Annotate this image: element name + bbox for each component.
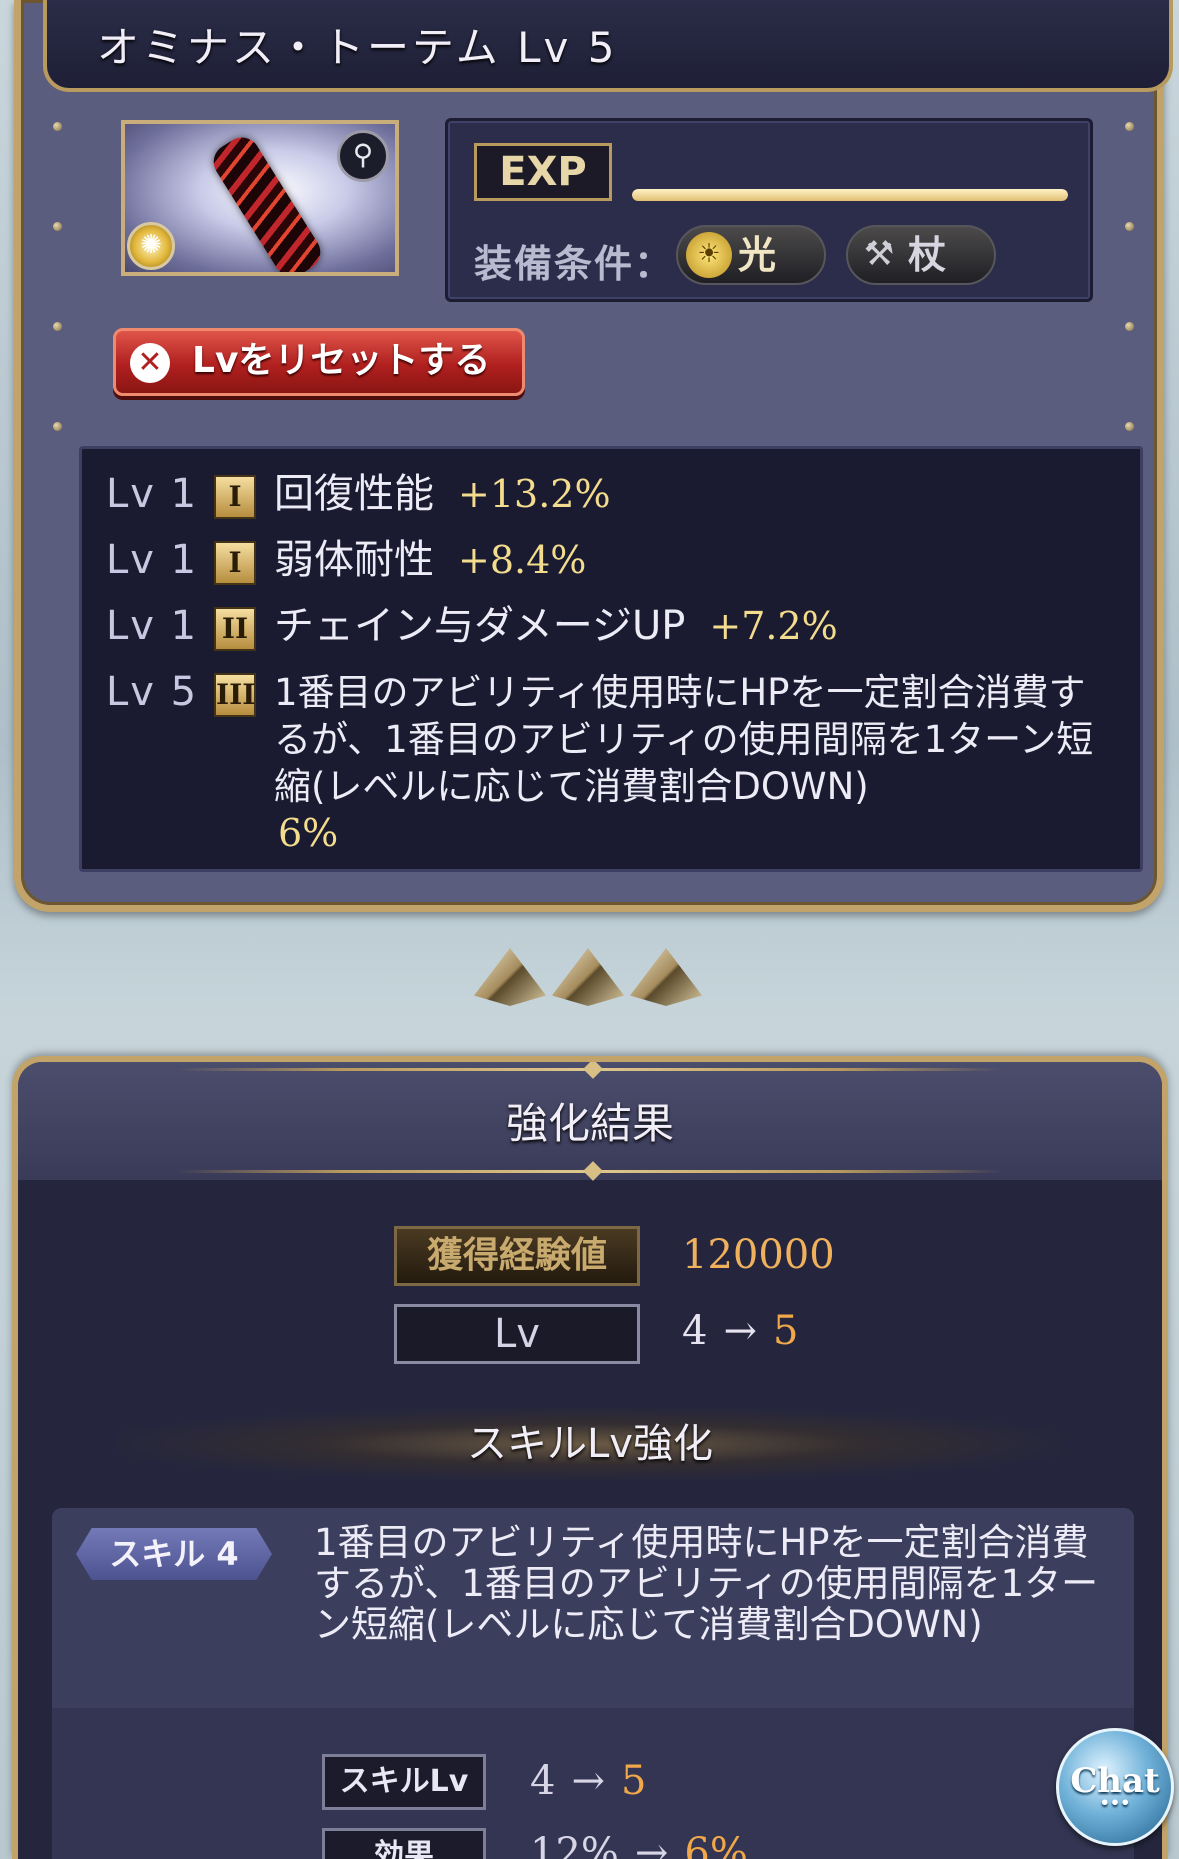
pyramid-icon — [474, 948, 546, 1006]
skill-description: 1番目のアビリティ使用時にHPを一定割合消費するが、1番目のアビリティの使用間隔… — [274, 669, 1116, 857]
rivet-decoration — [53, 222, 62, 231]
effect-from: 12% — [530, 1830, 619, 1859]
result-header: 強化結果 — [18, 1062, 1162, 1181]
rivet-decoration — [1125, 222, 1134, 231]
equip-weapon-chip: ⚒ 杖 — [846, 225, 996, 285]
gained-exp-label: 獲得経験値 — [394, 1226, 640, 1286]
skill-name: 回復性能 +13.2% — [274, 471, 611, 517]
skill-value: 6% — [278, 811, 339, 855]
totem-image — [206, 130, 328, 272]
skill-name-text: 回復性能 — [274, 471, 434, 517]
level-from: 4 — [682, 1308, 708, 1354]
skill-rank-badge: III — [214, 673, 256, 717]
pyramid-icon — [630, 948, 702, 1006]
skill-value: +7.2% — [709, 604, 838, 648]
chat-button[interactable]: Chat ••• — [1056, 1728, 1174, 1846]
skill-name: チェイン与ダメージUP +7.2% — [274, 603, 838, 649]
pyramid-icon — [552, 948, 624, 1006]
chat-dots-icon: ••• — [1099, 1793, 1131, 1812]
rivet-decoration — [53, 422, 62, 431]
effect-change-value: 12% → 6% — [530, 1830, 748, 1859]
item-title: オミナス・トーテム Lv 5 — [97, 23, 618, 72]
skill-tag-badge: スキル 4 — [76, 1528, 272, 1580]
effect-to: 6% — [684, 1830, 748, 1859]
ornament-diamond-icon — [583, 1161, 603, 1181]
skill-level-to: 5 — [620, 1758, 647, 1804]
skill-value: +8.4% — [458, 538, 587, 582]
ornament-diamond-icon — [583, 1062, 603, 1079]
level-to: 5 — [772, 1308, 799, 1354]
skill-level: Lv 5 — [106, 669, 199, 715]
skill-name-text: チェイン与ダメージUP — [274, 603, 686, 649]
gained-exp-value: 120000 — [682, 1232, 835, 1278]
close-circle-icon: ✕ — [130, 343, 170, 383]
equip-element-label: 光 — [738, 233, 777, 277]
reset-level-label: Lvをリセットする — [192, 340, 491, 381]
equip-element-chip: ☀ 光 — [676, 225, 826, 285]
skill-level-change-value: 4 → 5 — [530, 1758, 646, 1804]
item-thumbnail[interactable]: ⚲ ✺ — [121, 120, 399, 276]
title-bar: オミナス・トーテム Lv 5 — [43, 0, 1173, 92]
skill-level: Lv 1 — [106, 603, 199, 649]
staff-weapon-icon: ⚲ — [337, 130, 389, 182]
skill-value: +13.2% — [458, 472, 611, 516]
skill-rank-badge: I — [214, 475, 256, 519]
skill-name-text: 1番目のアビリティ使用時にHPを一定割合消費するが、1番目のアビリティの使用間隔… — [274, 671, 1094, 808]
skill-name: 弱体耐性 +8.4% — [274, 537, 586, 583]
skill-level-label: スキルLv — [322, 1754, 486, 1810]
skill-list: Lv 1 I 回復性能 +13.2% Lv 1 I 弱体耐性 +8.4% Lv 1 … — [79, 446, 1143, 872]
skill-upgrade-card: スキル 4 1番目のアビリティ使用時にHPを一定割合消費するが、1番目のアビリテ… — [52, 1508, 1134, 1859]
skill-name-text: 弱体耐性 — [274, 537, 434, 583]
rivet-decoration — [53, 122, 62, 131]
arrow-right-icon: → — [723, 1308, 757, 1354]
exp-progress-bar — [632, 189, 1068, 201]
skill-rank-badge: I — [214, 541, 256, 585]
level-label: Lv — [394, 1304, 640, 1364]
exp-progress-fill — [632, 189, 1068, 201]
skill-level: Lv 1 — [106, 537, 199, 583]
equip-condition-label: 装備条件： — [474, 242, 675, 286]
result-title: 強化結果 — [505, 1099, 674, 1148]
equip-weapon-label: 杖 — [908, 233, 947, 277]
light-element-icon: ✺ — [127, 222, 175, 270]
exp-label: EXP — [474, 143, 612, 201]
enhance-result-panel: 強化結果 獲得経験値 120000 Lv 4 → 5 スキルLv強化 スキル 4 1… — [12, 1056, 1168, 1859]
arrow-right-icon: → — [571, 1758, 605, 1804]
light-element-icon: ☀ — [686, 231, 732, 278]
item-detail-panel: オミナス・トーテム Lv 5 ⚲ ✺ EXP 装備条件： ☀ 光 ⚒ 杖 ✕ Lvを… — [14, 0, 1173, 912]
item-info-box: EXP 装備条件： ☀ 光 ⚒ 杖 — [445, 118, 1093, 302]
skill-description: 1番目のアビリティ使用時にHPを一定割合消費するが、1番目のアビリティの使用間隔… — [314, 1521, 1099, 1646]
reset-level-button[interactable]: ✕ Lvをリセットする — [113, 328, 525, 396]
effect-label: 効果 — [322, 1828, 486, 1859]
skill-level-from: 4 — [530, 1758, 556, 1804]
rivet-decoration — [53, 322, 62, 331]
rivet-decoration — [1125, 322, 1134, 331]
rivet-decoration — [1125, 422, 1134, 431]
staff-weapon-icon: ⚒ — [863, 233, 895, 274]
arrow-right-icon: → — [634, 1830, 669, 1859]
skill-level: Lv 1 — [106, 471, 199, 517]
skill-rank-badge: II — [214, 607, 256, 651]
rivet-decoration — [1125, 122, 1134, 131]
skill-upgrade-title: スキルLv強化 — [118, 1408, 1062, 1480]
level-change-value: 4 → 5 — [682, 1308, 798, 1354]
